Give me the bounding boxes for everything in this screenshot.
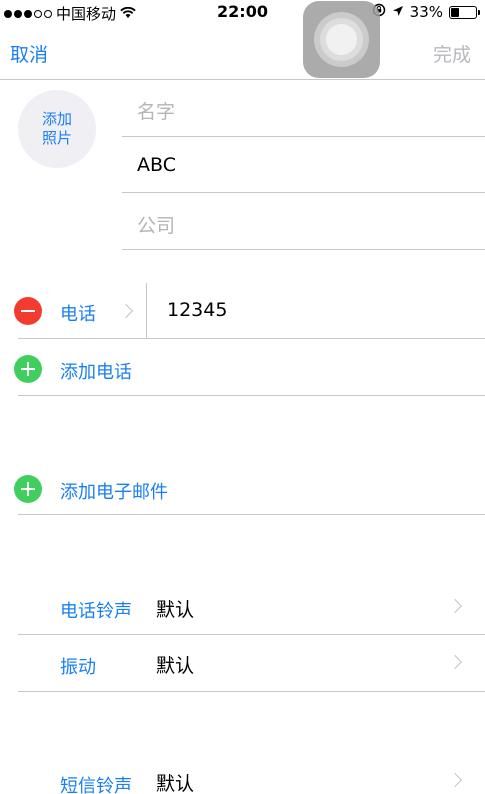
divider: [18, 395, 485, 396]
battery-percent: 33%: [409, 3, 443, 21]
status-bar: 中国移动 22:00 33%: [0, 0, 485, 24]
divider: [122, 136, 485, 137]
company-field[interactable]: 公司: [137, 211, 175, 238]
vibration-label: 振动: [60, 657, 96, 678]
battery-icon: [449, 5, 480, 19]
text-tone-value: 默认: [156, 773, 195, 794]
divider: [146, 283, 147, 338]
location-arrow-icon: [392, 3, 404, 21]
add-phone-icon[interactable]: [14, 355, 42, 383]
ringtone-value: 默认: [156, 599, 195, 621]
add-phone-button[interactable]: 添加电话: [60, 358, 132, 384]
vibration-value: 默认: [156, 655, 195, 677]
delete-phone-icon[interactable]: [14, 297, 42, 325]
phone-number-field[interactable]: 12345: [167, 299, 227, 321]
done-button[interactable]: 完成: [433, 40, 471, 67]
divider: [18, 691, 485, 692]
divider: [122, 192, 485, 193]
add-photo-button[interactable]: 添加 照片: [18, 90, 96, 168]
chevron-right-icon: [118, 303, 134, 319]
divider: [122, 249, 485, 250]
status-right: 33%: [372, 3, 480, 21]
first-name-field[interactable]: 名字: [137, 97, 175, 124]
last-name-field[interactable]: ABC: [137, 154, 176, 176]
divider: [18, 634, 485, 635]
chevron-right-icon: [447, 654, 463, 670]
cancel-button[interactable]: 取消: [10, 40, 48, 67]
ringtone-label: 电话铃声: [60, 601, 132, 622]
phone-type-label[interactable]: 电话: [60, 300, 96, 326]
assistive-touch-button[interactable]: [303, 1, 380, 78]
add-email-button[interactable]: 添加电子邮件: [60, 478, 168, 504]
divider: [18, 514, 485, 515]
divider: [18, 338, 485, 339]
add-email-icon[interactable]: [14, 475, 42, 503]
add-photo-label-line2: 照片: [41, 129, 72, 147]
navigation-bar: 取消 完成: [0, 24, 485, 80]
text-tone-label: 短信铃声: [60, 776, 132, 794]
chevron-right-icon: [447, 598, 463, 614]
add-photo-label-line1: 添加: [41, 110, 72, 128]
chevron-right-icon: [447, 772, 463, 788]
